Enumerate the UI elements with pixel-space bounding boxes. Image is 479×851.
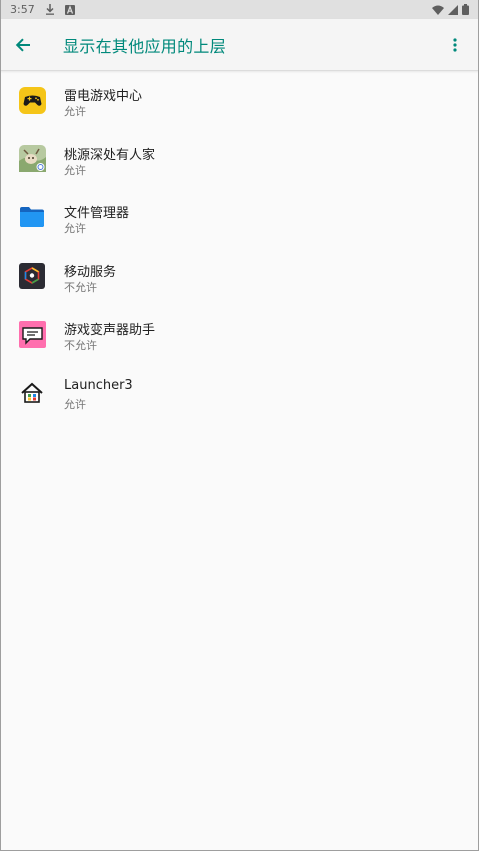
home-icon bbox=[18, 379, 46, 407]
permission-status: 允许 bbox=[64, 222, 86, 236]
voice-changer-icon bbox=[18, 321, 46, 349]
app-name: 游戏变声器助手 bbox=[64, 323, 156, 339]
list-item[interactable]: 文件管理器 允许 bbox=[0, 188, 479, 247]
status-bar: 3:57 bbox=[0, 0, 479, 19]
download-icon bbox=[45, 4, 55, 15]
app-name: Launcher3 bbox=[64, 377, 133, 393]
folder-icon bbox=[18, 203, 46, 231]
back-button[interactable] bbox=[1, 19, 45, 71]
more-vert-icon bbox=[453, 38, 457, 52]
permission-status: 允许 bbox=[64, 397, 86, 411]
list-item[interactable]: 雷电游戏中心 允许 bbox=[0, 71, 479, 130]
arrow-back-icon bbox=[15, 37, 30, 52]
permission-status: 不允许 bbox=[64, 280, 97, 294]
battery-icon bbox=[462, 4, 469, 15]
list-item[interactable]: 游戏变声器助手 不允许 bbox=[0, 305, 479, 364]
list-item[interactable]: 桃源深处有人家 允许 bbox=[0, 130, 479, 189]
list-item[interactable]: Launcher3 允许 bbox=[0, 364, 479, 423]
permission-status: 允许 bbox=[64, 163, 86, 177]
app-list: 雷电游戏中心 允许 桃源深处有人家 允许 文件管理器 允许 移动服务 不允许 游… bbox=[0, 71, 479, 423]
page-title: 显示在其他应用的上层 bbox=[63, 36, 227, 56]
permission-status: 不允许 bbox=[64, 339, 97, 353]
status-time: 3:57 bbox=[10, 3, 35, 16]
app-name: 雷电游戏中心 bbox=[64, 89, 143, 104]
app-name: 桃源深处有人家 bbox=[64, 147, 156, 163]
wifi-icon bbox=[432, 5, 444, 15]
a-badge-icon bbox=[64, 4, 75, 15]
list-item[interactable]: 移动服务 不允许 bbox=[0, 247, 479, 306]
gamepad-icon bbox=[18, 86, 46, 114]
app-name: 移动服务 bbox=[64, 264, 117, 280]
permission-status: 允许 bbox=[64, 105, 86, 118]
cell-signal-icon bbox=[448, 4, 458, 15]
app-bar: 显示在其他应用的上层 bbox=[0, 19, 479, 71]
mobile-service-icon bbox=[18, 262, 46, 290]
app-name: 文件管理器 bbox=[64, 206, 130, 222]
game-art-icon bbox=[18, 145, 46, 173]
overflow-menu-button[interactable] bbox=[437, 19, 473, 71]
